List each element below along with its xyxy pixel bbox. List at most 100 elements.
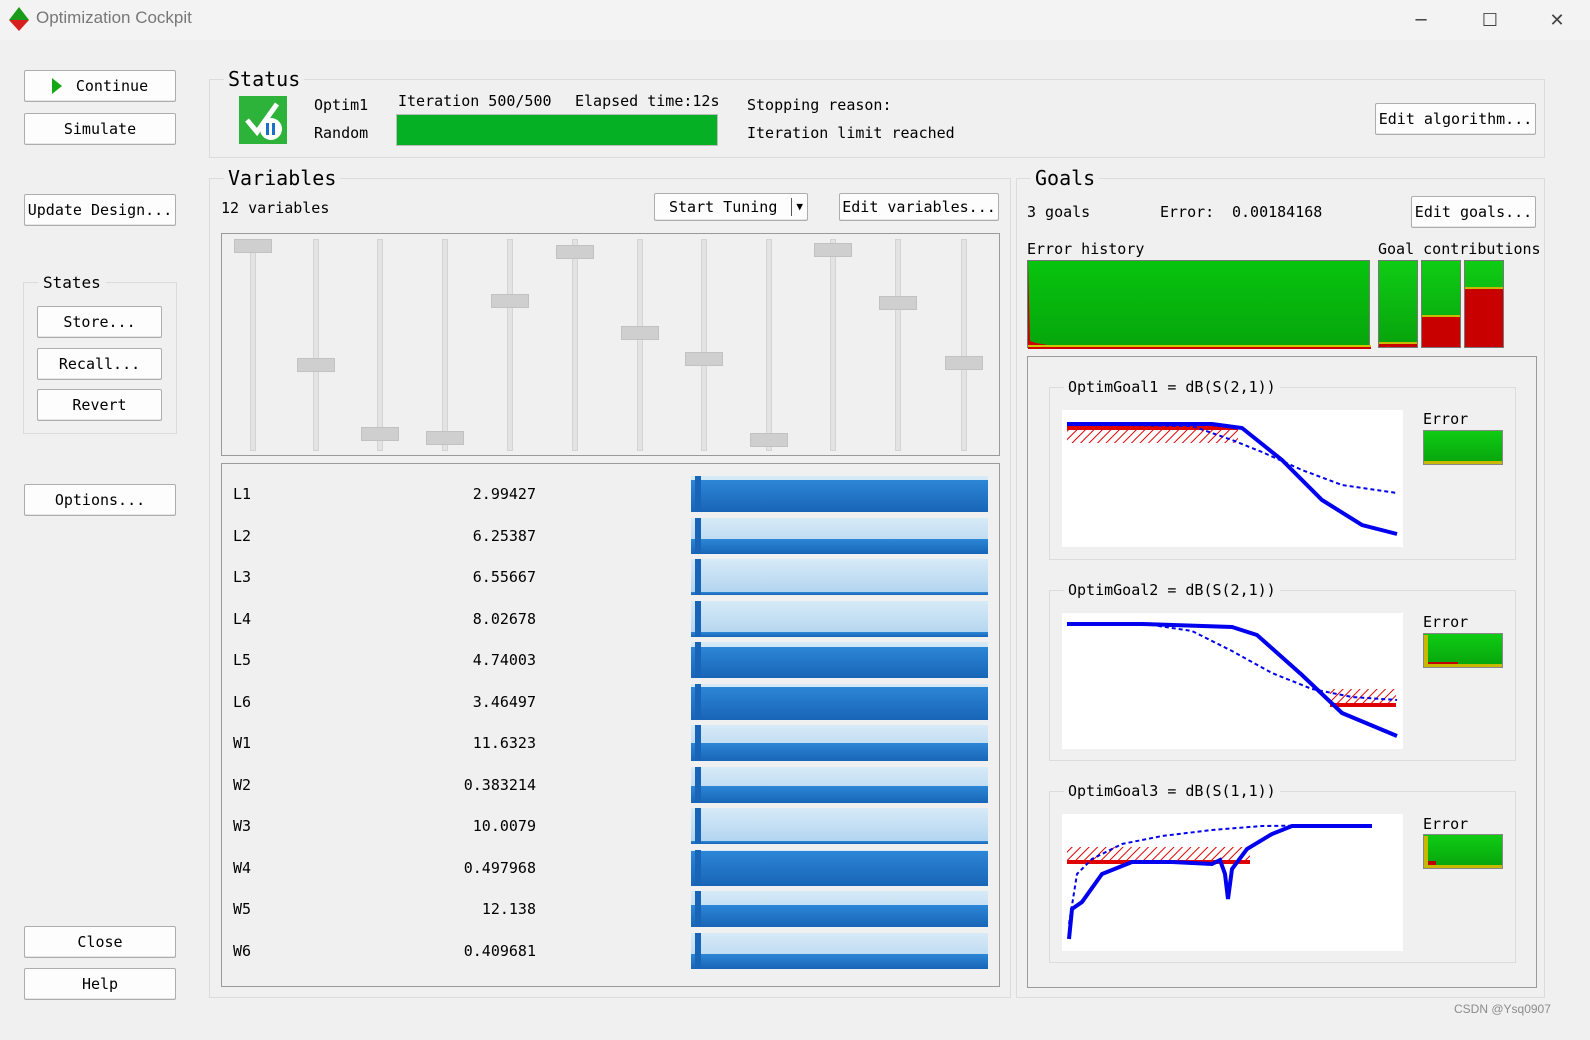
edit-variables-button[interactable]: Edit variables... (839, 193, 999, 221)
goal-contribution-bar-1 (1378, 260, 1418, 348)
variable-row[interactable]: L3 6.55667 (221, 559, 1001, 595)
variable-row[interactable]: W6 0.409681 (221, 932, 1001, 969)
iteration-label: Iteration 500/500 (398, 92, 552, 110)
edit-algorithm-button[interactable]: Edit algorithm... (1375, 103, 1536, 135)
slider-thumb-8[interactable] (685, 351, 723, 366)
close-button[interactable]: Close (24, 926, 176, 958)
goal-plot-1-title: OptimGoal1 = dB(S(2,1)) (1064, 378, 1280, 396)
variable-row[interactable]: L4 8.02678 (221, 600, 1001, 637)
variable-row[interactable]: W3 10.0079 (221, 808, 1001, 844)
goal-plot-1-error-label: Error (1423, 410, 1469, 428)
variable-history-spike (695, 517, 701, 554)
slider-track-3 (377, 239, 383, 451)
variable-value: 0.409681 (463, 941, 536, 960)
slider-track-9 (766, 239, 772, 451)
recall-button[interactable]: Recall... (37, 348, 162, 380)
close-window-icon[interactable]: ✕ (1524, 0, 1590, 40)
variable-history-spike (695, 642, 701, 678)
variable-name: W6 (233, 941, 252, 960)
slider-track-12 (961, 239, 967, 451)
help-button[interactable]: Help (24, 968, 176, 1000)
stopping-reason-value: Iteration limit reached (747, 124, 955, 142)
variable-history-fill (691, 851, 988, 886)
revert-button[interactable]: Revert (37, 389, 162, 421)
variable-name: W2 (233, 775, 252, 794)
error-history-label: Error history (1027, 240, 1145, 258)
slider-thumb-12[interactable] (945, 355, 983, 370)
edit-goals-button[interactable]: Edit goals... (1411, 196, 1536, 228)
variable-history-chart (691, 766, 988, 803)
goal-plot-2-title: OptimGoal2 = dB(S(2,1)) (1064, 581, 1280, 599)
variable-value: 6.55667 (472, 568, 536, 586)
progress-bar (396, 114, 718, 146)
goal-contribution-error-3 (1465, 287, 1503, 347)
variable-name: W5 (233, 900, 252, 918)
variable-history-chart (691, 808, 988, 844)
window-title: Optimization Cockpit (36, 8, 192, 27)
variable-name: W3 (233, 817, 252, 835)
variable-value: 0.497968 (463, 858, 536, 877)
slider-thumb-3[interactable] (361, 427, 399, 442)
continue-button[interactable]: Continue (24, 70, 176, 102)
variable-name: L2 (233, 526, 252, 545)
store-button[interactable]: Store... (37, 306, 162, 338)
variable-history-chart (691, 517, 988, 554)
variable-history-fill (691, 786, 988, 803)
variable-history-fill (691, 632, 988, 637)
variable-value: 12.138 (481, 900, 536, 918)
goals-count: 3 goals (1027, 203, 1091, 221)
minimize-icon[interactable]: ─ (1388, 0, 1454, 40)
variable-name: L6 (233, 692, 252, 711)
slider-thumb-11[interactable] (879, 296, 917, 311)
dropdown-arrow-icon[interactable]: ▼ (791, 198, 803, 216)
variable-history-chart (691, 476, 988, 512)
goal-contributions-label: Goal contributions (1378, 240, 1541, 258)
variable-history-spike (695, 476, 701, 512)
simulate-button[interactable]: Simulate (24, 113, 176, 145)
maximize-icon[interactable]: ☐ (1457, 0, 1523, 40)
variable-history-fill (691, 479, 988, 512)
slider-thumb-6[interactable] (556, 244, 594, 259)
continue-label: Continue (75, 77, 149, 95)
slider-thumb-2[interactable] (297, 357, 335, 372)
slider-thumb-9[interactable] (750, 433, 788, 448)
slider-thumb-1[interactable] (234, 239, 272, 253)
slider-track-8 (701, 239, 707, 451)
goal-plot-2-error-chart (1423, 633, 1503, 668)
variable-history-fill (691, 743, 988, 761)
goal-plot-1-area (1062, 410, 1403, 547)
variable-history-fill (691, 841, 988, 844)
goal-contribution-error-1 (1379, 342, 1417, 347)
variable-row[interactable]: W1 11.6323 (221, 725, 1001, 761)
options-button[interactable]: Options... (24, 484, 176, 516)
update-design-button[interactable]: Update Design... (24, 194, 176, 226)
variable-row[interactable]: L6 3.46497 (221, 683, 1001, 720)
variable-history-spike (695, 808, 701, 844)
slider-track-11 (895, 239, 901, 451)
slider-thumb-10[interactable] (814, 242, 852, 257)
variable-value: 11.6323 (472, 734, 536, 752)
goal-contribution-error-2 (1422, 314, 1460, 347)
start-tuning-label: Start Tuning (669, 198, 778, 216)
goal-contributions-chart (1378, 260, 1505, 348)
slider-track-4 (442, 239, 448, 451)
variable-history-chart (691, 725, 988, 761)
variable-row[interactable]: L1 2.99427 (221, 476, 1001, 512)
variable-history-chart (691, 559, 988, 595)
slider-thumb-4[interactable] (426, 431, 464, 446)
algorithm-label: Optim1 (314, 96, 369, 114)
variable-row[interactable]: L2 6.25387 (221, 517, 1001, 554)
variable-row[interactable]: L5 4.74003 (221, 642, 1001, 678)
variable-history-fill (691, 905, 988, 927)
goal-plot-3-title: OptimGoal3 = dB(S(1,1)) (1064, 782, 1280, 800)
variable-row[interactable]: W2 0.383214 (221, 766, 1001, 803)
variable-row[interactable]: W5 12.138 (221, 891, 1001, 927)
error-history-chart (1027, 260, 1371, 349)
start-tuning-button[interactable]: Start Tuning ▼ (654, 193, 808, 221)
slider-thumb-5[interactable] (491, 294, 529, 309)
variable-value: 2.99427 (472, 485, 536, 503)
error-value: 0.00184168 (1232, 203, 1323, 221)
variable-row[interactable]: W4 0.497968 (221, 849, 1001, 886)
slider-thumb-7[interactable] (621, 326, 659, 341)
stopping-reason-label: Stopping reason: (747, 96, 892, 114)
